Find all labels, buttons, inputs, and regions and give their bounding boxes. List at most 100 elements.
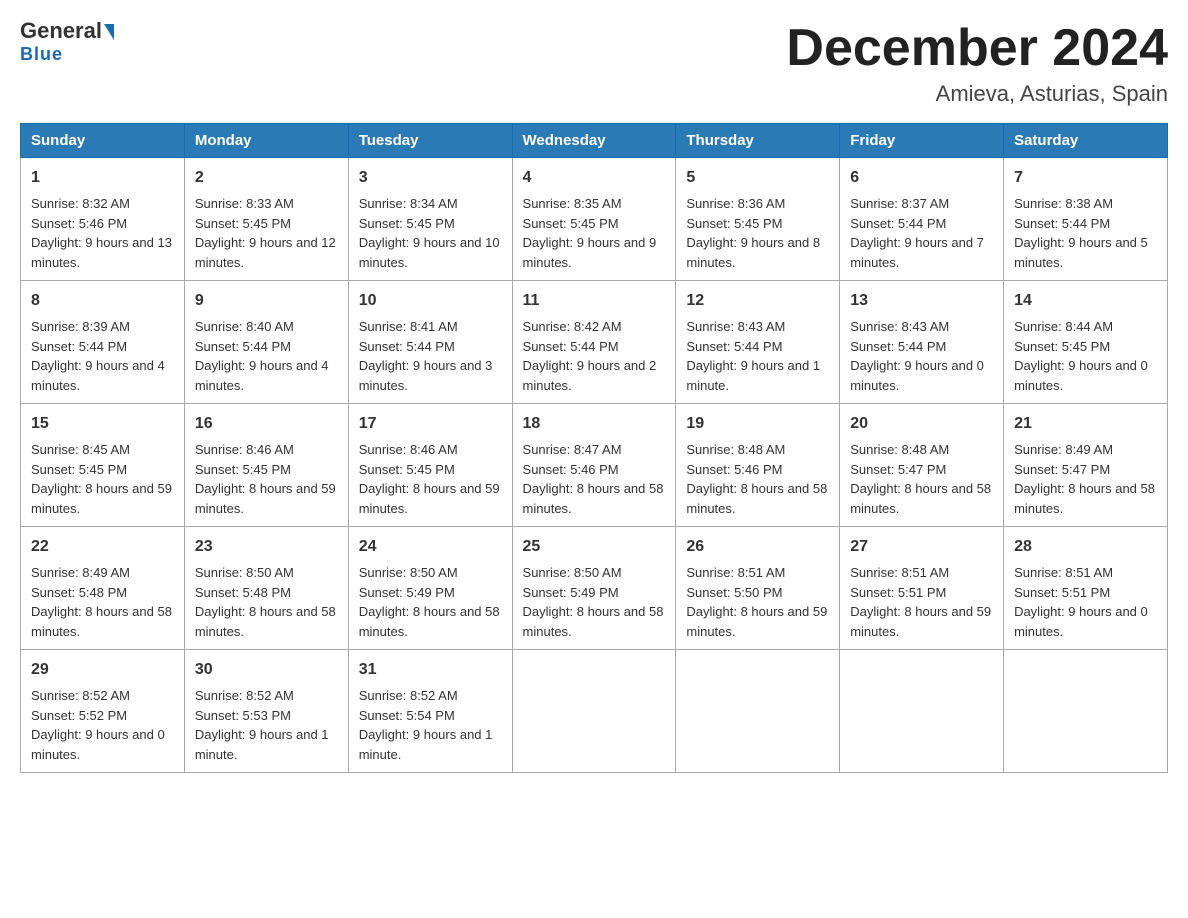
day-number: 22 xyxy=(31,535,174,559)
day-number: 29 xyxy=(31,658,174,682)
day-number: 30 xyxy=(195,658,338,682)
calendar-cell: 5 Sunrise: 8:36 AMSunset: 5:45 PMDayligh… xyxy=(676,158,840,281)
calendar-cell: 2 Sunrise: 8:33 AMSunset: 5:45 PMDayligh… xyxy=(184,158,348,281)
logo-blue-line: Blue xyxy=(20,44,63,65)
calendar-cell: 16 Sunrise: 8:46 AMSunset: 5:45 PMDaylig… xyxy=(184,404,348,527)
week-row-4: 22 Sunrise: 8:49 AMSunset: 5:48 PMDaylig… xyxy=(21,527,1168,650)
day-number: 1 xyxy=(31,166,174,190)
header-tuesday: Tuesday xyxy=(348,124,512,158)
day-number: 5 xyxy=(686,166,829,190)
week-row-5: 29 Sunrise: 8:52 AMSunset: 5:52 PMDaylig… xyxy=(21,650,1168,773)
day-number: 23 xyxy=(195,535,338,559)
day-number: 19 xyxy=(686,412,829,436)
calendar-cell: 3 Sunrise: 8:34 AMSunset: 5:45 PMDayligh… xyxy=(348,158,512,281)
day-number: 3 xyxy=(359,166,502,190)
day-info: Sunrise: 8:49 AMSunset: 5:48 PMDaylight:… xyxy=(31,565,172,639)
day-info: Sunrise: 8:35 AMSunset: 5:45 PMDaylight:… xyxy=(523,196,657,270)
day-info: Sunrise: 8:43 AMSunset: 5:44 PMDaylight:… xyxy=(686,319,820,393)
day-number: 25 xyxy=(523,535,666,559)
calendar-cell: 6 Sunrise: 8:37 AMSunset: 5:44 PMDayligh… xyxy=(840,158,1004,281)
week-row-2: 8 Sunrise: 8:39 AMSunset: 5:44 PMDayligh… xyxy=(21,281,1168,404)
calendar-cell: 9 Sunrise: 8:40 AMSunset: 5:44 PMDayligh… xyxy=(184,281,348,404)
calendar-cell: 19 Sunrise: 8:48 AMSunset: 5:46 PMDaylig… xyxy=(676,404,840,527)
day-number: 27 xyxy=(850,535,993,559)
day-number: 10 xyxy=(359,289,502,313)
calendar-cell: 14 Sunrise: 8:44 AMSunset: 5:45 PMDaylig… xyxy=(1004,281,1168,404)
header-friday: Friday xyxy=(840,124,1004,158)
day-number: 17 xyxy=(359,412,502,436)
day-info: Sunrise: 8:52 AMSunset: 5:54 PMDaylight:… xyxy=(359,688,493,762)
calendar-cell xyxy=(512,650,676,773)
day-number: 14 xyxy=(1014,289,1157,313)
day-info: Sunrise: 8:34 AMSunset: 5:45 PMDaylight:… xyxy=(359,196,500,270)
day-info: Sunrise: 8:44 AMSunset: 5:45 PMDaylight:… xyxy=(1014,319,1148,393)
title-area: December 2024 Amieva, Asturias, Spain xyxy=(786,20,1168,107)
day-number: 18 xyxy=(523,412,666,436)
calendar-cell: 15 Sunrise: 8:45 AMSunset: 5:45 PMDaylig… xyxy=(21,404,185,527)
day-info: Sunrise: 8:32 AMSunset: 5:46 PMDaylight:… xyxy=(31,196,172,270)
day-info: Sunrise: 8:41 AMSunset: 5:44 PMDaylight:… xyxy=(359,319,493,393)
day-number: 8 xyxy=(31,289,174,313)
calendar-cell: 26 Sunrise: 8:51 AMSunset: 5:50 PMDaylig… xyxy=(676,527,840,650)
day-info: Sunrise: 8:42 AMSunset: 5:44 PMDaylight:… xyxy=(523,319,657,393)
calendar-cell: 27 Sunrise: 8:51 AMSunset: 5:51 PMDaylig… xyxy=(840,527,1004,650)
calendar-cell: 24 Sunrise: 8:50 AMSunset: 5:49 PMDaylig… xyxy=(348,527,512,650)
calendar-cell: 23 Sunrise: 8:50 AMSunset: 5:48 PMDaylig… xyxy=(184,527,348,650)
calendar-cell: 29 Sunrise: 8:52 AMSunset: 5:52 PMDaylig… xyxy=(21,650,185,773)
calendar-cell: 25 Sunrise: 8:50 AMSunset: 5:49 PMDaylig… xyxy=(512,527,676,650)
calendar-cell: 22 Sunrise: 8:49 AMSunset: 5:48 PMDaylig… xyxy=(21,527,185,650)
day-info: Sunrise: 8:43 AMSunset: 5:44 PMDaylight:… xyxy=(850,319,984,393)
calendar-cell: 4 Sunrise: 8:35 AMSunset: 5:45 PMDayligh… xyxy=(512,158,676,281)
calendar-cell: 7 Sunrise: 8:38 AMSunset: 5:44 PMDayligh… xyxy=(1004,158,1168,281)
calendar-cell: 8 Sunrise: 8:39 AMSunset: 5:44 PMDayligh… xyxy=(21,281,185,404)
day-number: 28 xyxy=(1014,535,1157,559)
day-info: Sunrise: 8:45 AMSunset: 5:45 PMDaylight:… xyxy=(31,442,172,516)
day-info: Sunrise: 8:48 AMSunset: 5:46 PMDaylight:… xyxy=(686,442,827,516)
header-thursday: Thursday xyxy=(676,124,840,158)
calendar-cell: 1 Sunrise: 8:32 AMSunset: 5:46 PMDayligh… xyxy=(21,158,185,281)
logo: General Blue xyxy=(20,20,114,65)
day-info: Sunrise: 8:37 AMSunset: 5:44 PMDaylight:… xyxy=(850,196,984,270)
calendar-cell: 28 Sunrise: 8:51 AMSunset: 5:51 PMDaylig… xyxy=(1004,527,1168,650)
header-wednesday: Wednesday xyxy=(512,124,676,158)
day-info: Sunrise: 8:51 AMSunset: 5:51 PMDaylight:… xyxy=(1014,565,1148,639)
day-info: Sunrise: 8:49 AMSunset: 5:47 PMDaylight:… xyxy=(1014,442,1155,516)
week-row-1: 1 Sunrise: 8:32 AMSunset: 5:46 PMDayligh… xyxy=(21,158,1168,281)
day-number: 13 xyxy=(850,289,993,313)
calendar-cell: 30 Sunrise: 8:52 AMSunset: 5:53 PMDaylig… xyxy=(184,650,348,773)
day-info: Sunrise: 8:38 AMSunset: 5:44 PMDaylight:… xyxy=(1014,196,1148,270)
calendar-header-row: SundayMondayTuesdayWednesdayThursdayFrid… xyxy=(21,124,1168,158)
day-info: Sunrise: 8:46 AMSunset: 5:45 PMDaylight:… xyxy=(195,442,336,516)
location-title: Amieva, Asturias, Spain xyxy=(786,81,1168,107)
day-number: 4 xyxy=(523,166,666,190)
calendar-cell: 13 Sunrise: 8:43 AMSunset: 5:44 PMDaylig… xyxy=(840,281,1004,404)
day-number: 16 xyxy=(195,412,338,436)
calendar-cell: 12 Sunrise: 8:43 AMSunset: 5:44 PMDaylig… xyxy=(676,281,840,404)
day-info: Sunrise: 8:50 AMSunset: 5:48 PMDaylight:… xyxy=(195,565,336,639)
day-number: 15 xyxy=(31,412,174,436)
calendar-cell: 20 Sunrise: 8:48 AMSunset: 5:47 PMDaylig… xyxy=(840,404,1004,527)
calendar-cell: 18 Sunrise: 8:47 AMSunset: 5:46 PMDaylig… xyxy=(512,404,676,527)
day-number: 26 xyxy=(686,535,829,559)
day-info: Sunrise: 8:51 AMSunset: 5:51 PMDaylight:… xyxy=(850,565,991,639)
day-info: Sunrise: 8:47 AMSunset: 5:46 PMDaylight:… xyxy=(523,442,664,516)
header-sunday: Sunday xyxy=(21,124,185,158)
day-number: 7 xyxy=(1014,166,1157,190)
day-number: 9 xyxy=(195,289,338,313)
calendar-cell xyxy=(1004,650,1168,773)
day-number: 12 xyxy=(686,289,829,313)
calendar-cell xyxy=(840,650,1004,773)
day-number: 11 xyxy=(523,289,666,313)
week-row-3: 15 Sunrise: 8:45 AMSunset: 5:45 PMDaylig… xyxy=(21,404,1168,527)
day-info: Sunrise: 8:51 AMSunset: 5:50 PMDaylight:… xyxy=(686,565,827,639)
calendar-cell: 11 Sunrise: 8:42 AMSunset: 5:44 PMDaylig… xyxy=(512,281,676,404)
day-number: 6 xyxy=(850,166,993,190)
day-info: Sunrise: 8:33 AMSunset: 5:45 PMDaylight:… xyxy=(195,196,336,270)
day-info: Sunrise: 8:52 AMSunset: 5:52 PMDaylight:… xyxy=(31,688,165,762)
day-info: Sunrise: 8:36 AMSunset: 5:45 PMDaylight:… xyxy=(686,196,820,270)
day-info: Sunrise: 8:40 AMSunset: 5:44 PMDaylight:… xyxy=(195,319,329,393)
calendar-cell: 17 Sunrise: 8:46 AMSunset: 5:45 PMDaylig… xyxy=(348,404,512,527)
calendar-cell: 10 Sunrise: 8:41 AMSunset: 5:44 PMDaylig… xyxy=(348,281,512,404)
calendar-cell: 31 Sunrise: 8:52 AMSunset: 5:54 PMDaylig… xyxy=(348,650,512,773)
day-number: 21 xyxy=(1014,412,1157,436)
